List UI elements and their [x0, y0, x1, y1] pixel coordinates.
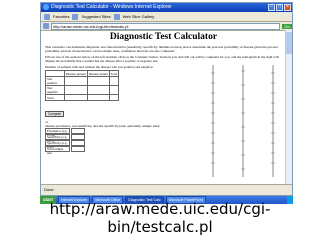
intro-paragraph: This calculator can determine diagnostic…: [45, 45, 278, 53]
nomogram-graphic: [211, 65, 275, 177]
favorites-star-icon[interactable]: [44, 13, 50, 20]
table-row-label: Test positive: [45, 76, 65, 86]
window-title: Diagnostic Test Calculator - Windows Int…: [51, 4, 172, 10]
compute-button[interactable]: Compute: [45, 111, 64, 117]
sample-size-label: Total sample size: [45, 146, 70, 155]
window-titlebar: Diagnostic Test Calculator - Windows Int…: [41, 3, 292, 12]
web-slice-link[interactable]: Web Slice Gallery: [123, 14, 155, 19]
favorites-link[interactable]: Favorites: [53, 14, 69, 19]
count-input[interactable]: [108, 94, 120, 101]
count-input[interactable]: [86, 94, 110, 101]
counts-table: Disease present Disease absent Total Tes…: [45, 70, 120, 101]
close-button[interactable]: ×: [284, 4, 291, 11]
count-input[interactable]: [86, 76, 110, 86]
count-input[interactable]: [108, 85, 120, 95]
favorites-bar: Favorites Suggested Sites Web Slice Gall…: [41, 12, 292, 22]
status-text: Done: [44, 187, 54, 192]
scrollbar-thumb[interactable]: [286, 32, 292, 54]
go-button[interactable]: Go: [282, 23, 292, 29]
address-input[interactable]: http://araw.mede.uic.edu/cgi-bin/testcal…: [51, 22, 280, 30]
status-bar: Done: [41, 184, 292, 195]
caption-line-1: http://araw.mede.uic.edu/cgi-: [49, 200, 271, 218]
window-controls: – □ ×: [268, 4, 291, 11]
table-row-label: Test negative: [45, 85, 65, 95]
count-input[interactable]: [64, 85, 88, 95]
count-input[interactable]: [108, 76, 120, 86]
page-icon: [43, 23, 49, 29]
count-input[interactable]: [86, 85, 110, 95]
ie-icon: [43, 4, 49, 10]
count-input[interactable]: [64, 94, 88, 101]
maximize-button[interactable]: □: [276, 4, 283, 11]
web-slice-icon[interactable]: [113, 13, 120, 20]
vertical-scrollbar[interactable]: [285, 30, 292, 185]
count-input[interactable]: [64, 76, 88, 86]
minimize-button[interactable]: –: [268, 4, 275, 11]
sample-size-input[interactable]: [71, 146, 85, 152]
suggested-sites-icon[interactable]: [72, 13, 79, 20]
page-heading: Diagnostic Test Calculator: [109, 32, 218, 42]
caption-line-2: bin/testcalc.pl: [107, 218, 213, 236]
suggested-sites-link[interactable]: Suggested Sites: [81, 14, 110, 19]
browser-window: Diagnostic Test Calculator - Windows Int…: [40, 2, 293, 196]
url-caption: http://araw.mede.uic.edu/cgi- bin/testca…: [0, 200, 320, 236]
table-row-label: Total: [45, 94, 65, 101]
